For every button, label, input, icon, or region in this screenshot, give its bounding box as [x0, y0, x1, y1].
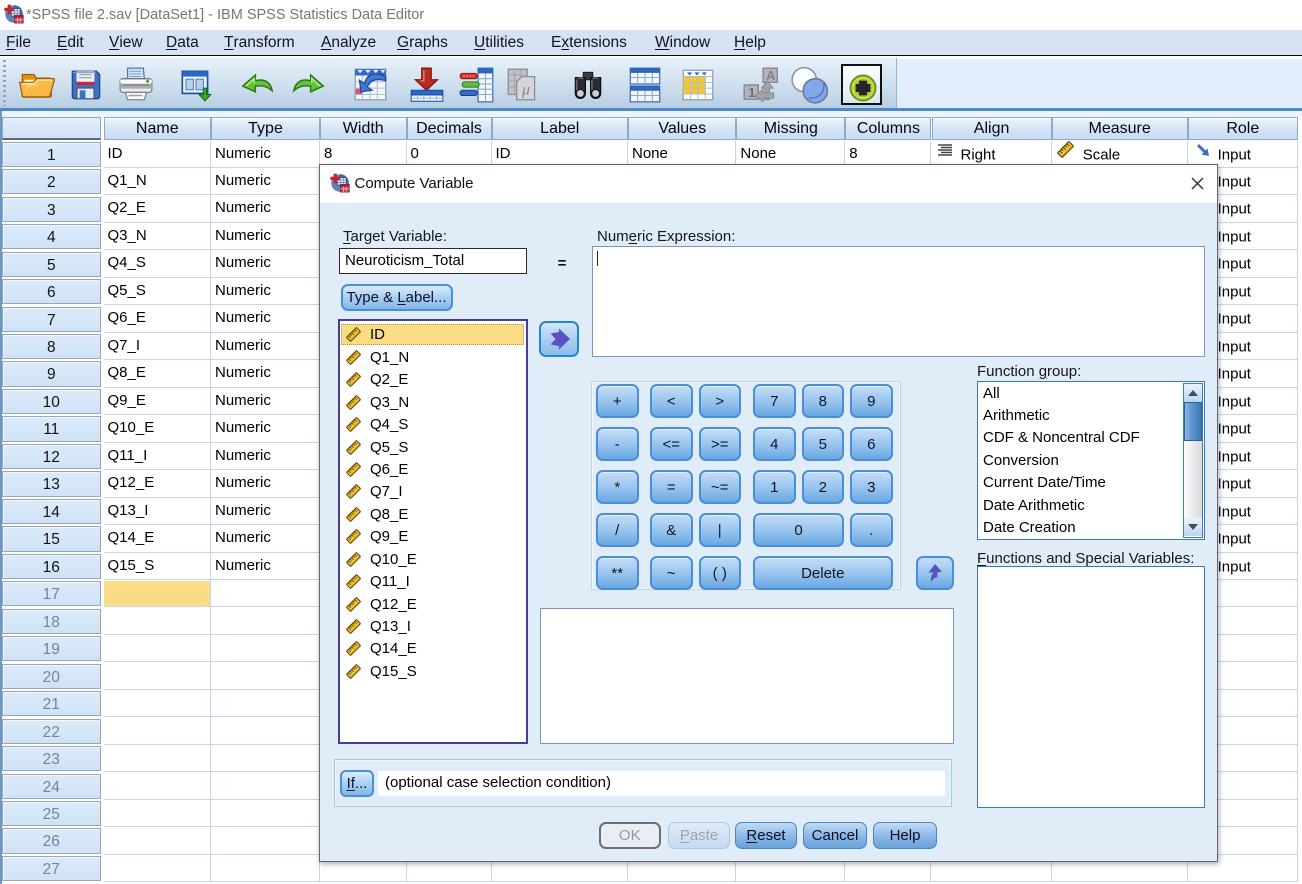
svg-text:μ: μ — [521, 81, 530, 98]
svg-text:1: 1 — [748, 85, 755, 100]
